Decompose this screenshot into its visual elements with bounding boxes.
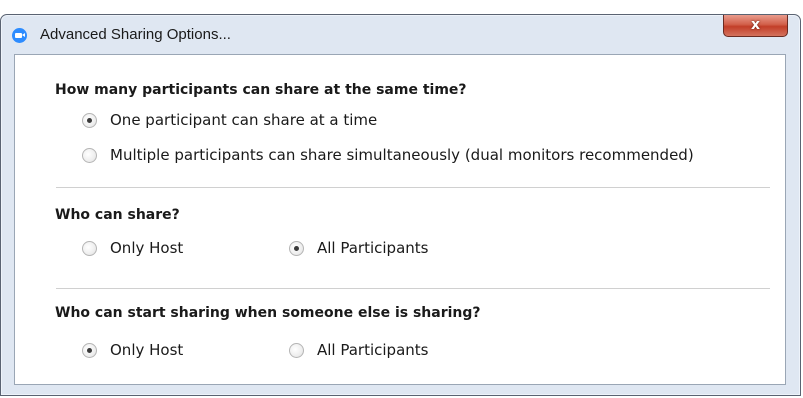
radio-button[interactable] [82, 147, 97, 163]
advanced-sharing-dialog: Advanced Sharing Options... x How many p… [0, 14, 801, 396]
radio-one-participant[interactable]: One participant can share at a time [82, 111, 377, 129]
radio-start-only-host[interactable]: Only Host [82, 341, 183, 359]
radio-who-share-all-participants[interactable]: All Participants [289, 239, 428, 257]
radio-button-checked[interactable] [82, 112, 97, 128]
radio-start-all-participants[interactable]: All Participants [289, 341, 428, 359]
radio-label: Only Host [110, 239, 184, 257]
zoom-app-icon [12, 28, 27, 43]
dialog-title: Advanced Sharing Options... [40, 26, 231, 43]
section-divider [56, 187, 770, 188]
title-bar[interactable]: Advanced Sharing Options... x [1, 15, 800, 51]
radio-multiple-participants[interactable]: Multiple participants can share simultan… [82, 146, 694, 164]
radio-button-checked[interactable] [289, 240, 304, 256]
question-start-sharing: Who can start sharing when someone else … [55, 305, 481, 321]
dialog-content: How many participants can share at the s… [14, 54, 786, 385]
background-strip [0, 0, 803, 14]
question-share-count: How many participants can share at the s… [55, 82, 467, 98]
radio-button[interactable] [82, 240, 97, 256]
section-divider [56, 288, 770, 289]
close-button[interactable]: x [723, 15, 788, 37]
radio-label: All Participants [317, 239, 429, 257]
question-who-can-share: Who can share? [55, 207, 180, 223]
radio-label: All Participants [317, 341, 429, 359]
radio-button-checked[interactable] [82, 342, 97, 358]
radio-who-share-only-host[interactable]: Only Host [82, 239, 183, 257]
radio-label: Only Host [110, 341, 184, 359]
radio-label: Multiple participants can share simultan… [110, 146, 694, 164]
radio-label: One participant can share at a time [110, 111, 378, 129]
radio-button[interactable] [289, 342, 304, 358]
